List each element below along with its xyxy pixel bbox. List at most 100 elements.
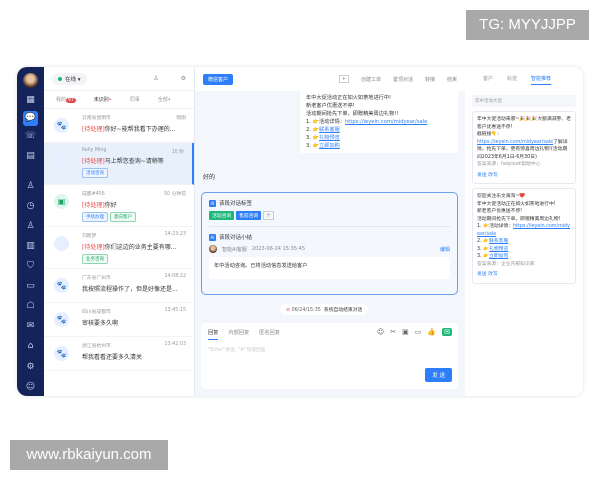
last-message: 帮我看看还要多久清关: [82, 354, 143, 361]
customer-reply: 好的: [203, 174, 216, 181]
gift-link[interactable]: 礼物预览: [319, 135, 340, 141]
tags-title: 该段对话标签: [219, 201, 253, 207]
send-button[interactable]: 发 送: [425, 368, 452, 382]
recommend-card: 年中大促活动来袭~🎉🎉🎉大额满减券、老客户优惠送不停! 戳链接👇: https:/…: [472, 111, 576, 184]
app-window: ▦ 💬 ☏ ▤ ♙ ◷ ♙ ▥ ⛉ ▭ ☖ ✉ ⌂ ⚙ ☺ 在线 ▾ ♙ ⚙ 我…: [17, 67, 583, 396]
timestamp: 14:23:23: [164, 232, 186, 237]
shield-icon[interactable]: ⛉: [23, 259, 38, 274]
folder-icon[interactable]: ▭: [415, 328, 422, 336]
chat-icon[interactable]: 💬: [23, 111, 38, 126]
pending-flag: [待处理]: [82, 158, 105, 165]
contacts-icon[interactable]: ♙: [23, 219, 38, 234]
rewrite-button[interactable]: 改写: [488, 272, 498, 277]
search-input[interactable]: 年中活动大促: [472, 95, 576, 107]
wechat-icon[interactable]: ✉: [442, 328, 452, 336]
settings-icon[interactable]: ⚙: [23, 360, 38, 375]
reply-box: 回复 内部回复 匿名回复 ☺ ✂ ▣ ▭ 👍 ✉ "Enter"发送, "#"快…: [201, 323, 458, 389]
rewrite-button[interactable]: 改写: [488, 173, 498, 178]
tab-all[interactable]: 全部•: [158, 96, 171, 103]
summary-title: 该段对话小结: [219, 235, 253, 241]
edit-button[interactable]: 编辑: [440, 246, 450, 253]
last-message: 我按照流程操作了，但是好像还是...: [82, 286, 178, 293]
image-icon[interactable]: ▣: [402, 328, 409, 336]
send-button[interactable]: 发送: [477, 173, 487, 178]
tab-colleagues[interactable]: 同事: [130, 96, 140, 103]
ai-summary-card: AI 该段对话标签 活动咨询 售前咨询 + AI 该段对话小结 智能AI客服 202…: [201, 192, 458, 295]
mail-icon[interactable]: ✉: [23, 319, 38, 334]
summary-text[interactable]: 年中活动咨询。已将活动信息发送给客户: [209, 257, 450, 279]
tag-presale[interactable]: 售前咨询: [236, 211, 262, 220]
add-button[interactable]: +: [338, 75, 349, 83]
tab-mine[interactable]: 我的 97: [56, 96, 76, 103]
feedback-icon[interactable]: ☺: [23, 380, 38, 395]
end-button[interactable]: 结束: [447, 76, 457, 83]
settings-icon[interactable]: ⚙: [181, 75, 186, 82]
tab-customer[interactable]: 客户: [483, 75, 493, 91]
add-tag-button[interactable]: +: [263, 211, 275, 220]
send-button[interactable]: 发送: [477, 272, 487, 277]
user-avatar[interactable]: [23, 73, 38, 88]
card-link[interactable]: https://ieyein.com/midyear/sale: [477, 140, 553, 145]
message-input[interactable]: "Enter"发送, "#"快速回复: [201, 346, 458, 353]
paw-icon: 🐾: [54, 346, 69, 361]
tab-internal-reply[interactable]: 内部回复: [228, 329, 249, 340]
thumbs-up-icon[interactable]: 👍: [427, 328, 436, 336]
tab-anonymous-reply[interactable]: 匿名回复: [259, 329, 280, 340]
scissors-icon[interactable]: ✂: [390, 328, 396, 336]
conversation-item[interactable]: 🐾 四川省成都市 13:45:15 审核要多久啊: [44, 303, 194, 337]
gift-link[interactable]: 礼物预览: [489, 247, 508, 252]
tab-reply[interactable]: 回复: [208, 329, 219, 340]
customer-tag: 业务咨询: [82, 254, 108, 264]
stop-icon: ⊘: [286, 308, 291, 313]
conversation-item[interactable]: 🐾 浙江省杭州市 13:42:03 帮我看看还要多久清关: [44, 337, 194, 371]
emoji-icon[interactable]: ☺: [377, 328, 384, 336]
tab-unrecognized[interactable]: 未识别•: [94, 96, 112, 103]
ai-icon: AI: [209, 233, 216, 241]
paw-icon: 🐾: [54, 118, 69, 133]
tab-smart-recommend[interactable]: 智能推荐: [531, 75, 552, 85]
clipboard-icon[interactable]: ▤: [23, 149, 38, 164]
contact-link[interactable]: 联系客服: [319, 127, 340, 133]
tag-activity[interactable]: 活动咨询: [209, 211, 235, 220]
sale-link[interactable]: https://ieyein.com/midyear/sale: [345, 119, 427, 125]
customer-tag: 意向客户: [110, 212, 136, 222]
tab-track[interactable]: 轨迹: [507, 75, 517, 91]
bot-avatar: [209, 245, 217, 253]
user-icon[interactable]: ♙: [23, 179, 38, 194]
summary-time: 2023-06-24 15:35:45: [251, 246, 306, 252]
monitor-icon[interactable]: ▭: [23, 279, 38, 294]
last-message: 审核要多久啊: [82, 320, 119, 327]
avatar: [54, 152, 69, 167]
pin-chat-button[interactable]: 置顶对话: [393, 76, 413, 83]
watermark-top: TG: MYYJJPP: [466, 10, 589, 40]
conversation-item[interactable]: 🐾 云南省昆明市 刚刚 [待处理]你好~能帮我看下办理的...: [44, 109, 194, 143]
grid-icon[interactable]: ▦: [23, 93, 38, 108]
contact-link[interactable]: 联系客服: [489, 239, 508, 244]
user-icon[interactable]: ♙: [153, 75, 158, 82]
gift-icon[interactable]: ⌂: [23, 339, 38, 354]
buy-link[interactable]: 立即加购: [319, 143, 340, 149]
timestamp: 14:08:22: [164, 274, 186, 279]
status-dropdown[interactable]: 在线 ▾: [52, 72, 87, 85]
phone-icon[interactable]: ☏: [23, 129, 38, 144]
transfer-button[interactable]: 转接: [425, 76, 435, 83]
chart-icon[interactable]: ▥: [23, 239, 38, 254]
pending-flag: [待处理]: [82, 126, 105, 133]
clock-user-icon[interactable]: ◷: [23, 199, 38, 214]
create-ticket-button[interactable]: 创建工单: [361, 76, 381, 83]
conversation-item[interactable]: 🐾 广东省广州市 14:08:22 我按照流程操作了，但是好像还是...: [44, 269, 194, 303]
conversation-item[interactable]: ▣ 成都#456 50 分钟前 [待处理]你好 手续办理 意向客户: [44, 185, 194, 227]
conversation-item[interactable]: Kelly Ming 10 秒 [待处理]马上帮您查询~请稍等 活动咨询: [44, 143, 194, 185]
right-panel: 客户 轨迹 智能推荐 年中活动大促 年中大促活动来袭~🎉🎉🎉大额满减券、老客户优…: [465, 67, 583, 396]
paw-icon: 🐾: [54, 278, 69, 293]
status-label: 在线: [65, 76, 77, 83]
system-notice: ⊘ 06/24/15:35 系统自动结束对话: [280, 304, 369, 315]
buy-link[interactable]: 立即加购: [489, 254, 508, 259]
timestamp: 50 分钟前: [163, 192, 186, 197]
wechat-customer-badge: 微信客户: [203, 73, 234, 85]
sidebar: ▦ 💬 ☏ ▤ ♙ ◷ ♙ ▥ ⛉ ▭ ☖ ✉ ⌂ ⚙ ☺: [17, 67, 44, 396]
timestamp: 10 秒: [171, 150, 184, 155]
robot-icon[interactable]: ☖: [23, 299, 38, 314]
pending-flag: [待处理]: [82, 244, 105, 251]
conversation-item[interactable]: 刘晓梦 14:23:23 [待处理]你们这边的业务主要有哪... 业务咨询: [44, 227, 194, 269]
